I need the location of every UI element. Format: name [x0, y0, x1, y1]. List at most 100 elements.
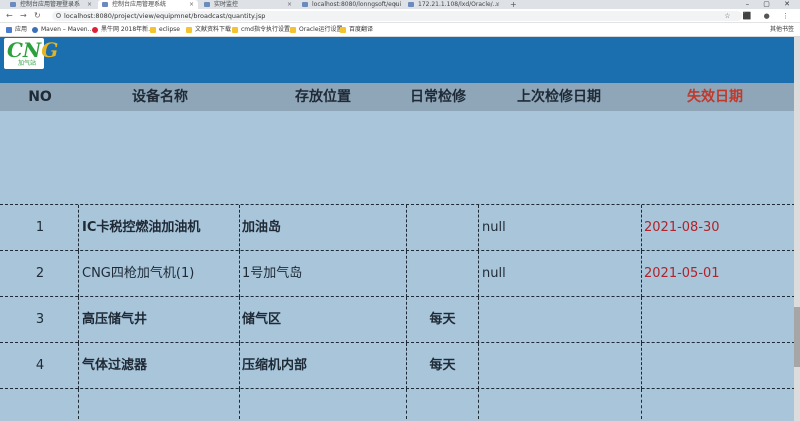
column-divider: [239, 297, 240, 343]
close-icon[interactable]: ×: [287, 0, 292, 9]
page-favicon-icon: [102, 2, 108, 7]
apps-icon: [6, 27, 12, 33]
cell-name: 高压储气井: [82, 312, 148, 327]
cell-daily: 每天: [429, 312, 456, 327]
column-divider: [78, 297, 79, 343]
table-row: 1 IC卡税控燃油加油机 加油岛 null 2021-08-30: [0, 205, 800, 251]
column-divider: [78, 389, 79, 419]
browser-tab[interactable]: localhost:8080/lonngsoft/equi ×: [298, 0, 402, 9]
cell-last-date: null: [482, 266, 506, 281]
back-icon[interactable]: ←: [6, 9, 13, 23]
scrollbar-thumb[interactable]: [794, 307, 800, 367]
column-divider: [239, 205, 240, 251]
cell-name: CNG四枪加气机(1): [82, 266, 195, 281]
column-divider: [239, 389, 240, 419]
cell-no: 2: [35, 266, 45, 281]
close-icon[interactable]: ×: [393, 0, 398, 9]
folder-icon: [290, 27, 296, 33]
cell-name: 气体过滤器: [82, 358, 148, 373]
column-divider: [239, 343, 240, 389]
browser-tab[interactable]: 172.21.1.108/lxd/Oracle/... ×: [404, 0, 504, 9]
cell-expire-date: [644, 297, 794, 343]
column-divider: [478, 297, 479, 343]
column-header-no: NO: [28, 89, 52, 105]
table-row: 2 CNG四枪加气机(1) 1号加气岛 null 2021-05-01: [0, 251, 800, 297]
table-row: 4 气体过滤器 压缩机内部 每天: [0, 343, 800, 389]
browser-tabstrip: 控制台应用管理登录系 × 控制台应用管理系统 × 实时监控 × localhost:8…: [0, 0, 800, 9]
page-favicon-icon: [408, 2, 414, 7]
bookmark-item[interactable]: 文献资料下载: [186, 23, 231, 37]
column-header-location: 存放位置: [295, 89, 351, 105]
equipment-board: CNG 加气站 NO 设备名称 存放位置 日常检修 上次检修日期 失效日期 1 …: [0, 37, 800, 421]
new-tab-button[interactable]: +: [510, 0, 517, 9]
column-header-last-date: 上次检修日期: [517, 89, 601, 105]
bookmark-favicon-icon: [92, 27, 98, 33]
close-icon[interactable]: ×: [87, 0, 92, 9]
column-divider: [478, 389, 479, 419]
table-row-partial: [0, 389, 800, 419]
close-icon[interactable]: ×: [189, 0, 194, 9]
cell-no: 1: [35, 220, 45, 235]
page-favicon-icon: [204, 2, 210, 7]
column-header-expire-date: 失效日期: [687, 89, 743, 105]
folder-icon: [186, 27, 192, 33]
column-divider: [78, 251, 79, 297]
window-controls[interactable]: – ▢ ✕: [746, 0, 796, 9]
app-header: CNG 加气站: [0, 37, 800, 83]
cell-no: 3: [35, 312, 45, 327]
browser-tab[interactable]: 实时监控 ×: [200, 0, 296, 9]
url-input[interactable]: localhost:8080/project/view/equipmnet/br…: [52, 11, 742, 21]
page-favicon-icon: [10, 2, 16, 7]
vertical-scrollbar[interactable]: [794, 37, 800, 421]
table-spacer: [0, 111, 800, 205]
folder-icon: [340, 27, 346, 33]
bookmark-item[interactable]: cmd指令执行设置: [232, 23, 290, 37]
column-divider: [406, 389, 407, 419]
column-divider: [641, 251, 642, 297]
address-bar-row: ← → ↻ localhost:8080/project/view/equipm…: [0, 9, 800, 23]
cell-name: IC卡税控燃油加油机: [82, 220, 201, 235]
cell-daily: 每天: [429, 358, 456, 373]
column-header-daily: 日常检修: [410, 89, 466, 105]
column-divider: [641, 389, 642, 419]
cell-location: 1号加气岛: [242, 266, 303, 281]
browser-tab[interactable]: 控制台应用管理登录系 ×: [6, 0, 96, 9]
cell-last-date: [482, 343, 638, 389]
browser-tab-active[interactable]: 控制台应用管理系统 ×: [98, 0, 198, 9]
bookmark-apps[interactable]: 应用: [6, 23, 27, 37]
bookmark-item[interactable]: 百度翻译: [340, 23, 373, 37]
column-divider: [641, 343, 642, 389]
reload-icon[interactable]: ↻: [34, 9, 41, 23]
bookmarks-bar: 应用 Maven – Maven… 黑牛网 2018年新… eclipse 文献…: [0, 23, 800, 37]
cell-location: 压缩机内部: [242, 358, 308, 373]
cell-expire-date: [644, 343, 794, 389]
cell-last-date: null: [482, 220, 506, 235]
cell-no: 4: [35, 358, 45, 373]
column-divider: [641, 297, 642, 343]
company-logo: CNG 加气站: [4, 38, 58, 69]
cell-daily: [407, 251, 478, 297]
page-favicon-icon: [302, 2, 308, 7]
column-header-name: 设备名称: [132, 89, 188, 105]
browser-toolbar-icons[interactable]: ☆ ⬛ ● ⋮: [724, 9, 794, 23]
bookmark-item[interactable]: 黑牛网 2018年新…: [92, 23, 154, 37]
bookmark-item[interactable]: eclipse: [150, 23, 180, 37]
close-icon[interactable]: ×: [495, 0, 500, 9]
column-divider: [478, 205, 479, 251]
forward-icon[interactable]: →: [20, 9, 27, 23]
bookmark-item[interactable]: Maven – Maven…: [32, 23, 94, 37]
other-bookmarks[interactable]: 其他书签: [770, 23, 794, 37]
bookmark-item[interactable]: Oracle运行设置: [290, 23, 343, 37]
logo-mark: CNG: [7, 38, 59, 62]
column-divider: [478, 251, 479, 297]
column-divider: [78, 343, 79, 389]
info-icon[interactable]: [56, 13, 61, 18]
column-divider: [478, 343, 479, 389]
column-divider: [641, 205, 642, 251]
cell-location: 加油岛: [242, 220, 282, 235]
cell-expire-date: 2021-08-30: [644, 220, 720, 235]
column-divider: [239, 251, 240, 297]
bookmark-favicon-icon: [32, 27, 38, 33]
cell-daily: [407, 205, 478, 251]
folder-icon: [232, 27, 238, 33]
